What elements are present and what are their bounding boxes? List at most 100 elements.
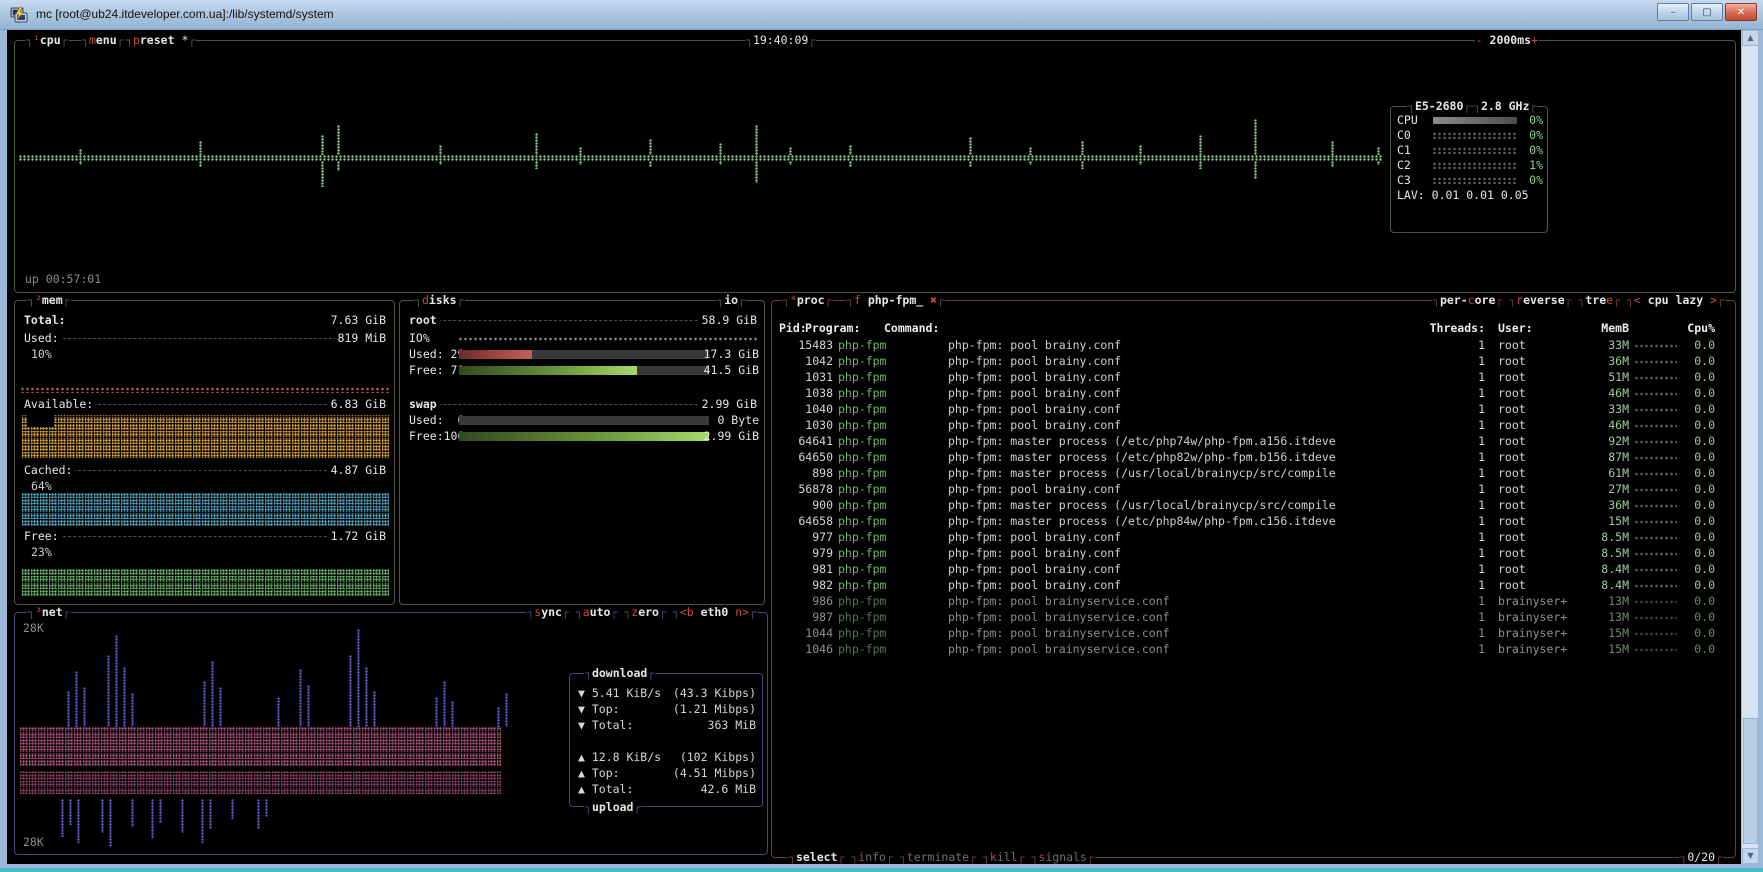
clock: ┐19:40:09┌ [745,33,816,47]
interval-value: 2000ms [1483,33,1531,47]
disk-free-meter [459,366,709,375]
core-meter [1433,147,1517,154]
swap-free-meter [459,432,709,441]
select-button[interactable]: select [796,850,838,864]
mem-box-title[interactable]: ┐²mem┌ [27,293,71,307]
process-row[interactable]: 64650php-fpmphp-fpm: master process (/et… [772,450,1737,464]
reverse-button[interactable]: reverse [1516,293,1564,307]
cpu-mini-graph [1635,552,1677,556]
iface-prev-button[interactable]: <b [680,605,694,619]
process-row[interactable]: 1046php-fpmphp-fpm: pool brainyservice.c… [772,642,1737,656]
user-cell: root [1498,370,1526,384]
memb-cell: 33M [1567,338,1629,352]
interval-plus-button[interactable]: + [1531,33,1538,47]
process-row[interactable]: 979php-fpmphp-fpm: pool brainy.conf1root… [772,546,1737,560]
signals-button[interactable]: signals [1038,850,1086,864]
close-button[interactable]: ✕ [1725,3,1757,21]
cpu-box-title[interactable]: ┐¹cpu┌ [25,33,69,47]
swap-free-value: 2.99 GiB [691,429,759,443]
terminate-button[interactable]: terminate [907,850,969,864]
pid-cell: 1030 [779,418,833,432]
process-row[interactable]: 64641php-fpmphp-fpm: master process (/et… [772,434,1737,448]
process-row[interactable]: 900php-fpmphp-fpm: master process (/usr/… [772,498,1737,512]
scrollbar[interactable]: ▲ ▼ [1741,30,1758,864]
proc-box-title[interactable]: ┐⁴proc┌ [782,293,833,307]
process-row[interactable]: 981php-fpmphp-fpm: pool brainy.conf1root… [772,562,1737,576]
menu-button[interactable]: ┐menu┌ [81,33,125,47]
process-row[interactable]: 56878php-fpmphp-fpm: pool brainy.conf1ro… [772,482,1737,496]
process-row[interactable]: 898php-fpmphp-fpm: master process (/usr/… [772,466,1737,480]
pid-cell: 986 [779,594,833,608]
process-row[interactable]: 1038php-fpmphp-fpm: pool brainy.conf1roo… [772,386,1737,400]
minimize-button[interactable]: – [1657,3,1689,21]
process-row[interactable]: 1042php-fpmphp-fpm: pool brainy.conf1roo… [772,354,1737,368]
net-stat-value: 42.6 MiB [701,782,756,796]
command-cell: php-fpm: pool brainyservice.conf [948,610,1170,624]
cpu-cell: 0.0 [1677,338,1715,352]
mem-available-graph [21,415,389,459]
threads-cell: 1 [1412,418,1485,432]
threads-cell: 1 [1412,498,1485,512]
mem-free-row: Free:1.72 GiB [21,529,389,543]
memb-cell: 27M [1567,482,1629,496]
per-core-button[interactable]: per-core [1440,293,1495,307]
process-row[interactable]: 1030php-fpmphp-fpm: pool brainy.conf1roo… [772,418,1737,432]
sync-button[interactable]: sync [534,605,562,619]
net-stat-label: ▲ Top: [578,766,620,780]
pid-cell: 981 [779,562,833,576]
process-row[interactable]: 982php-fpmphp-fpm: pool brainy.conf1root… [772,578,1737,592]
program-cell: php-fpm [838,514,886,528]
cpu-cell: 0.0 [1677,450,1715,464]
threads-cell: 1 [1412,482,1485,496]
net-stat-value: (43.3 Kibps) [673,686,756,700]
scroll-thumb[interactable] [1743,718,1758,844]
threads-cell: 1 [1412,338,1485,352]
net-stat-value: (4.51 Mibps) [673,766,756,780]
command-cell: php-fpm: pool brainy.conf [948,578,1121,592]
process-row[interactable]: 1031php-fpmphp-fpm: pool brainy.conf1roo… [772,370,1737,384]
mem-free-percent: 23% [31,545,52,559]
maximize-button[interactable]: ▢ [1691,3,1723,21]
cpu-cell: 0.0 [1677,370,1715,384]
column-pid: Pid: [779,321,807,335]
interval-minus-button[interactable]: - [1476,33,1483,47]
scroll-down-button[interactable]: ▼ [1742,848,1759,864]
process-filter-field[interactable]: ┐f php-fpm_ ✖┌ [846,293,945,307]
process-row[interactable]: 64658php-fpmphp-fpm: master process (/et… [772,514,1737,528]
command-cell: php-fpm: master process (/usr/local/brai… [948,466,1336,480]
disk-io-label: IO% [409,331,430,345]
process-row[interactable]: 977php-fpmphp-fpm: pool brainy.conf1root… [772,530,1737,544]
iface-next-button[interactable]: n> [735,605,749,619]
net-stat-row: ▲ Total:42.6 MiB [578,782,756,796]
io-mode-button[interactable]: ┐io┌ [716,293,746,307]
process-row[interactable]: 1040php-fpmphp-fpm: pool brainy.conf1roo… [772,402,1737,416]
process-row[interactable]: 986php-fpmphp-fpm: pool brainyservice.co… [772,594,1737,608]
cpu-cell: 0.0 [1677,562,1715,576]
command-cell: php-fpm: pool brainyservice.conf [948,594,1170,608]
kill-button[interactable]: kill [990,850,1018,864]
command-cell: php-fpm: pool brainy.conf [948,530,1121,544]
sort-prev-button[interactable]: < [1634,293,1641,307]
core-label: CPU [1397,113,1418,127]
title-bar[interactable]: mc [root@ub24.itdeveloper.com.ua]:/lib/s… [0,0,1763,30]
net-box-title[interactable]: ┐³net┌ [27,605,71,619]
mem-cached-graph [21,493,389,527]
preset-button[interactable]: ┐preset *┌ [125,33,196,47]
process-row[interactable]: 987php-fpmphp-fpm: pool brainyservice.co… [772,610,1737,624]
core-row: C21% [1397,158,1543,172]
user-cell: root [1498,482,1526,496]
program-cell: php-fpm [838,578,886,592]
scroll-up-button[interactable]: ▲ [1742,30,1759,46]
threads-cell: 1 [1412,546,1485,560]
auto-button[interactable]: auto [583,605,611,619]
tree-button[interactable]: tree [1585,293,1613,307]
net-stat-value: (102 Kibps) [680,750,756,764]
process-row[interactable]: 15483php-fpmphp-fpm: pool brainy.conf1ro… [772,338,1737,352]
program-cell: php-fpm [838,530,886,544]
pid-cell: 982 [779,578,833,592]
process-row[interactable]: 1044php-fpmphp-fpm: pool brainyservice.c… [772,626,1737,640]
program-cell: php-fpm [838,642,886,656]
zero-button[interactable]: zero [631,605,659,619]
pid-cell: 898 [779,466,833,480]
info-button[interactable]: info [858,850,886,864]
